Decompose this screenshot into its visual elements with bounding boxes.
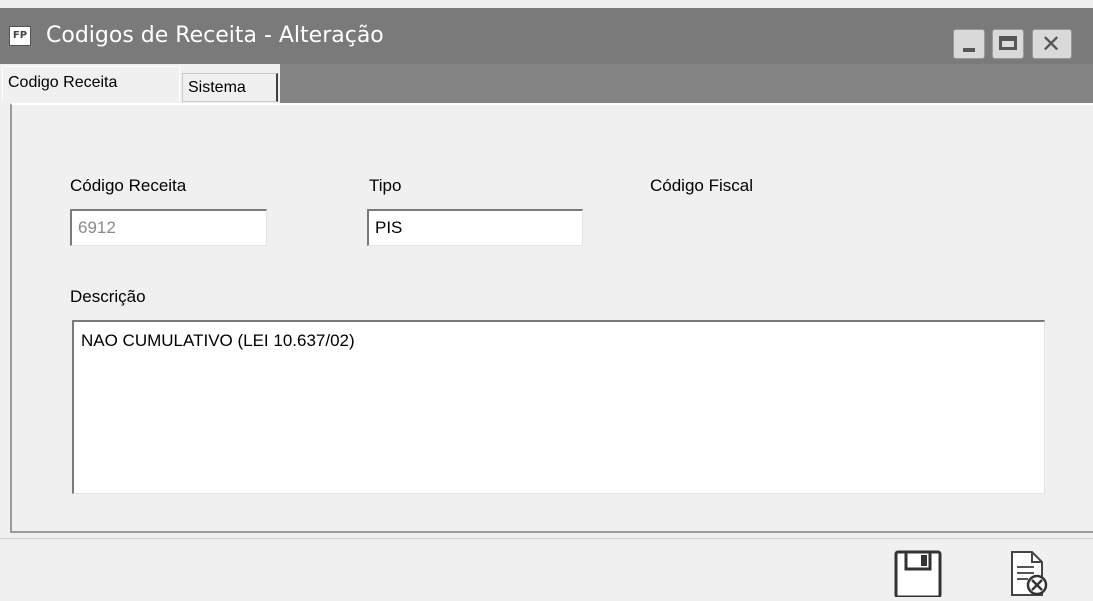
codigo-receita-label: Código Receita <box>70 176 187 195</box>
tab-sistema[interactable]: Sistema <box>182 73 278 102</box>
maximize-button[interactable] <box>992 29 1024 59</box>
window: FP Codigos de Receita - Alteração ✕ Codi… <box>0 0 1093 599</box>
codigo-fiscal-label: Código Fiscal <box>650 176 753 195</box>
tipo-label: Tipo <box>369 176 402 195</box>
document-cancel-icon <box>1011 551 1048 596</box>
tipo-input[interactable]: PIS <box>367 209 583 246</box>
descricao-textarea[interactable]: NAO CUMULATIVO (LEI 10.637/02) <box>72 320 1045 494</box>
cancel-button[interactable] <box>1004 549 1054 597</box>
app-icon[interactable]: FP <box>9 26 31 46</box>
save-button[interactable] <box>893 549 943 599</box>
close-button[interactable]: ✕ <box>1032 29 1072 59</box>
floppy-disk-icon <box>894 550 942 599</box>
minimize-button[interactable] <box>953 29 985 59</box>
close-icon: ✕ <box>1041 30 1062 58</box>
minimize-icon <box>963 48 975 52</box>
title-bar[interactable]: FP Codigos de Receita - Alteração ✕ <box>0 8 1093 64</box>
descricao-label: Descrição <box>70 287 146 306</box>
bottom-toolbar <box>0 538 1093 599</box>
tab-strip-background <box>280 64 1093 104</box>
maximize-icon <box>999 36 1017 50</box>
codigo-receita-input[interactable]: 6912 <box>70 209 267 246</box>
window-title: Codigos de Receita - Alteração <box>46 23 384 48</box>
tab-codigo-receita[interactable]: Codigo Receita <box>2 66 180 102</box>
